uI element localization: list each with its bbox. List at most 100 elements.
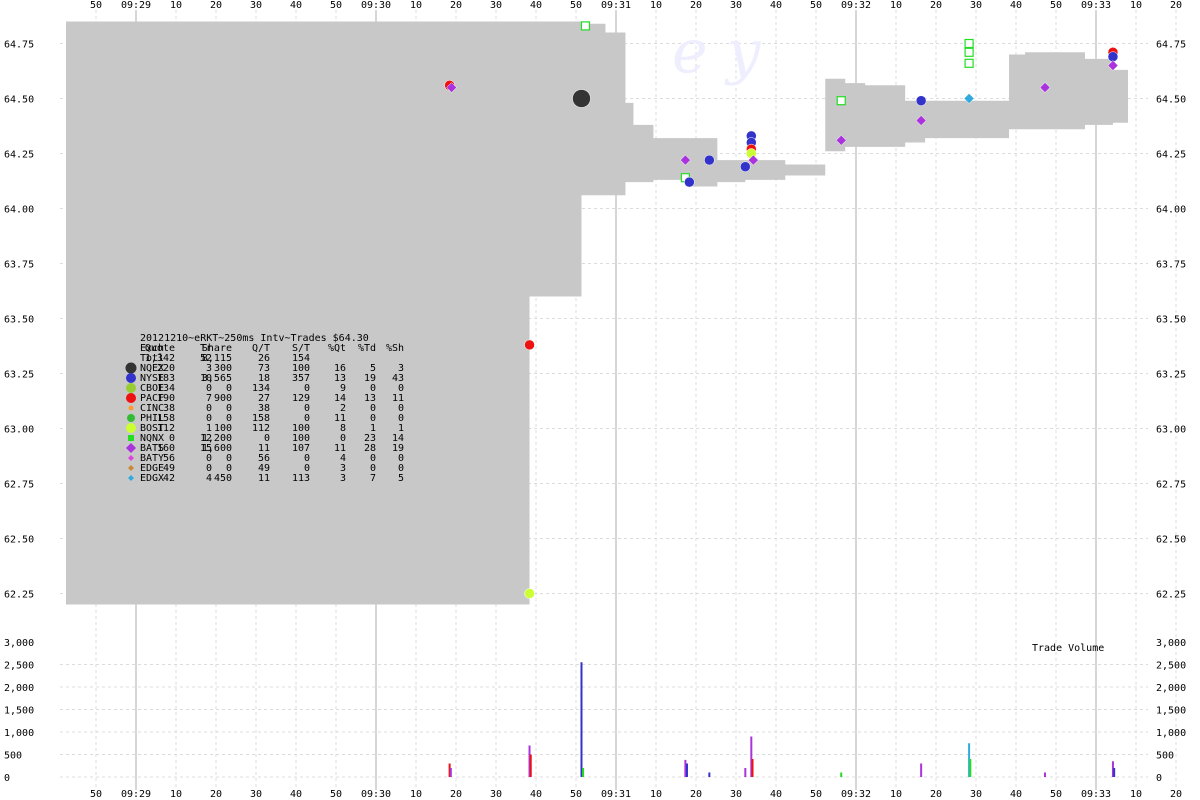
trade-marker-nyse [704, 154, 715, 166]
vol-tick-label-left: 2,500 [4, 661, 34, 672]
x-tick-label-top: 40 [1010, 0, 1022, 11]
vol-tick-label-right: 0 [1156, 773, 1162, 784]
x-tick-label-bottom: 10 [1130, 789, 1142, 800]
legend-row-edgx-cell: 4 [206, 473, 212, 484]
x-tick-label-top: 50 [570, 0, 582, 11]
x-tick-label-top: 50 [330, 0, 342, 11]
volume-bar-nyse [580, 662, 583, 777]
x-tick-label-top: 30 [490, 0, 502, 11]
trade-marker-nqex [572, 89, 591, 108]
x-tick-label-bottom: 40 [770, 789, 782, 800]
x-tick-label-top: 40 [530, 0, 542, 11]
y-tick-label-right: 63.00 [1156, 425, 1186, 436]
y-tick-label-right: 62.50 [1156, 535, 1186, 546]
x-tick-label-bottom: 20 [930, 789, 942, 800]
vol-tick-label-right: 1,000 [1156, 728, 1186, 739]
x-tick-label-top: 09:31 [601, 0, 631, 11]
y-tick-label-left: 62.75 [4, 480, 34, 491]
x-tick-label-top: 50 [90, 0, 102, 11]
x-tick-label-bottom: 50 [330, 789, 342, 800]
y-tick-label-right: 64.75 [1156, 40, 1186, 51]
x-tick-label-bottom: 20 [690, 789, 702, 800]
y-tick-label-right: 63.75 [1156, 260, 1186, 271]
x-tick-label-bottom: 50 [570, 789, 582, 800]
legend-row-edgx-cell: 42 [163, 473, 175, 484]
x-tick-label-bottom: 10 [410, 789, 422, 800]
vol-tick-label-left: 1,500 [4, 706, 34, 717]
y-tick-label-left: 64.25 [4, 150, 34, 161]
x-tick-label-bottom: 10 [650, 789, 662, 800]
watermark-text: e y [672, 17, 762, 87]
legend-marker-nqex [125, 362, 137, 374]
volume-bar-nyse [685, 763, 688, 777]
volume-bar-bats [1044, 772, 1047, 777]
volume-bar-bats [920, 763, 923, 777]
y-tick-label-left: 64.75 [4, 40, 34, 51]
x-tick-label-top: 50 [810, 0, 822, 11]
y-tick-label-right: 63.25 [1156, 370, 1186, 381]
x-tick-label-bottom: 30 [250, 789, 262, 800]
vol-tick-label-right: 3,000 [1156, 638, 1186, 649]
x-tick-label-top: 20 [210, 0, 222, 11]
legend-row-edgx-cell: 11 [258, 473, 270, 484]
x-tick-label-top: 09:32 [841, 0, 871, 11]
x-tick-label-bottom: 09:29 [121, 789, 151, 800]
y-tick-label-right: 64.00 [1156, 205, 1186, 216]
legend-marker-pacf [126, 393, 136, 403]
vol-tick-label-right: 1,500 [1156, 706, 1186, 717]
legend-row-edgx-cell: 3 [340, 473, 346, 484]
legend-header-cell: %Sh [386, 343, 404, 354]
volume-bar-nqnx [582, 768, 585, 777]
quote-trade-chart: e y 50 09:29 10 20 30 40 50 09:30 10 20 30 40 50 09:3… [4, 0, 1186, 800]
x-tick-label-bottom: 40 [290, 789, 302, 800]
legend-row-edgx-cell: EDGX [140, 473, 164, 484]
x-tick-label-top: 20 [450, 0, 462, 11]
y-tick-label-right: 62.75 [1156, 480, 1186, 491]
x-tick-label-bottom: 09:32 [841, 789, 871, 800]
legend-row-edgx-cell: 7 [370, 473, 376, 484]
spread-band-area [66, 21, 1128, 605]
vol-tick-label-left: 3,000 [4, 638, 34, 649]
volume-bar-bats [449, 768, 452, 777]
legend-row-edgx-cell: 450 [214, 473, 232, 484]
x-tick-label-top: 09:33 [1081, 0, 1111, 11]
y-tick-label-right: 62.25 [1156, 590, 1186, 601]
trade-marker-nyse [684, 176, 695, 188]
vol-tick-label-left: 2,000 [4, 683, 34, 694]
legend-marker-phil [127, 414, 135, 422]
trade-marker-nqnx [964, 47, 974, 57]
legend-header-cell: %Td [358, 343, 376, 354]
legend-row-edgx-cell: 113 [292, 473, 310, 484]
y-tick-label-right: 64.25 [1156, 150, 1186, 161]
x-tick-label-top: 30 [250, 0, 262, 11]
legend-header-cell: %Qt [328, 343, 346, 354]
trade-marker-nyse [740, 161, 751, 172]
x-tick-label-top: 10 [1130, 0, 1142, 11]
x-tick-label-bottom: 20 [210, 789, 222, 800]
x-tick-label-top: 09:30 [361, 0, 391, 11]
legend-marker-nqnx [128, 435, 134, 441]
vol-tick-label-right: 2,000 [1156, 683, 1186, 694]
volume-bar-pacf [529, 754, 532, 777]
volume-bar-bats [744, 768, 747, 777]
x-tick-label-bottom: 20 [1170, 789, 1182, 800]
x-tick-label-top: 30 [970, 0, 982, 11]
volume-bar-nqnx [969, 759, 972, 777]
vol-tick-label-right: 500 [1156, 751, 1174, 762]
vol-tick-label-right: 2,500 [1156, 661, 1186, 672]
x-tick-label-bottom: 10 [170, 789, 182, 800]
x-tick-label-top: 40 [770, 0, 782, 11]
x-tick-label-bottom: 30 [970, 789, 982, 800]
x-tick-label-top: 10 [410, 0, 422, 11]
y-tick-label-left: 63.75 [4, 260, 34, 271]
x-tick-label-bottom: 40 [530, 789, 542, 800]
x-tick-label-top: 20 [1170, 0, 1182, 11]
y-tick-label-left: 63.25 [4, 370, 34, 381]
x-tick-label-bottom: 09:30 [361, 789, 391, 800]
y-tick-label-left: 62.25 [4, 590, 34, 601]
x-tick-label-top: 10 [650, 0, 662, 11]
legend-marker-cboe [126, 383, 136, 393]
legend-marker-nyse [126, 373, 136, 383]
x-tick-label-top: 50 [1050, 0, 1062, 11]
trade-marker-nqnx [964, 58, 974, 68]
